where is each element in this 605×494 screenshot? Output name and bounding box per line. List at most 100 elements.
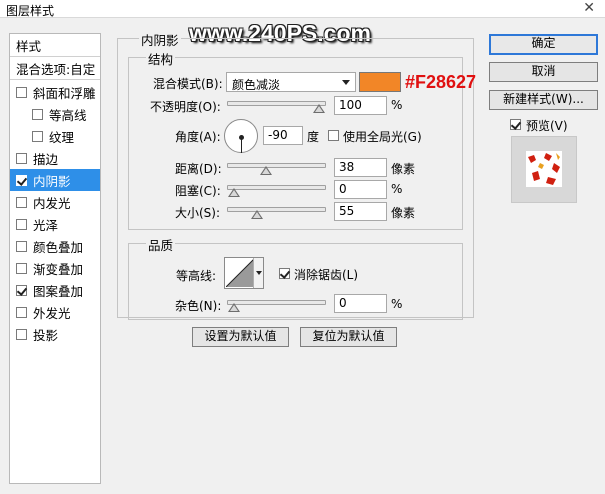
noise-input[interactable]: 0 — [334, 294, 387, 313]
color-hex-annotation: #F28627 — [405, 72, 477, 92]
style-item-label: 图案叠加 — [33, 283, 84, 299]
cancel-button[interactable]: 取消 — [489, 62, 598, 82]
angle-unit: 度 — [307, 130, 320, 144]
global-light-label: 使用全局光(G) — [343, 130, 422, 144]
style-item-checkbox[interactable] — [32, 108, 43, 120]
angle-dial[interactable] — [224, 119, 258, 153]
style-item-checkbox[interactable] — [16, 306, 27, 318]
style-item-checkbox[interactable] — [16, 328, 27, 340]
style-item[interactable]: 光泽 — [10, 213, 100, 235]
preview-checkbox[interactable] — [510, 119, 521, 130]
angle-input[interactable]: -90 — [263, 126, 303, 145]
style-item[interactable]: 内阴影 — [10, 169, 100, 191]
opacity-label: 不透明度(O): — [150, 100, 221, 114]
style-item-checkbox[interactable] — [16, 152, 27, 164]
reset-default-button[interactable]: 复位为默认值 — [300, 327, 397, 347]
style-item-checkbox[interactable] — [16, 284, 27, 296]
shadow-color-swatch[interactable] — [359, 72, 401, 92]
noise-slider[interactable] — [227, 300, 326, 312]
style-item[interactable]: 斜面和浮雕 — [10, 81, 100, 103]
window-title: 图层样式 — [6, 4, 55, 18]
global-light-checkbox[interactable] — [328, 130, 339, 141]
chevron-down-icon[interactable] — [253, 258, 263, 288]
contour-curve-icon — [226, 259, 254, 287]
styles-list: 样式 混合选项:自定 斜面和浮雕等高线纹理描边内阴影内发光光泽颜色叠加渐变叠加图… — [9, 33, 101, 484]
contour-label: 等高线: — [176, 269, 217, 283]
preview-pattern-icon — [528, 153, 560, 185]
blend-mode-value: 颜色减淡 — [232, 78, 281, 92]
choke-input[interactable]: 0 — [334, 180, 387, 199]
distance-slider-thumb[interactable] — [260, 166, 273, 175]
opacity-slider-thumb[interactable] — [313, 104, 325, 113]
inner-shadow-title: 内阴影 — [139, 30, 181, 49]
size-slider-thumb[interactable] — [250, 210, 263, 219]
style-item-label: 等高线 — [49, 107, 87, 123]
distance-unit: 像素 — [391, 162, 416, 176]
style-item[interactable]: 等高线 — [10, 103, 100, 125]
style-item-label: 外发光 — [33, 305, 71, 321]
opacity-unit: % — [391, 98, 403, 112]
style-preview-thumbnail — [511, 136, 577, 203]
style-item-label: 斜面和浮雕 — [33, 85, 96, 101]
blend-mode-label: 混合模式(B): — [153, 77, 223, 91]
style-item-label: 投影 — [33, 327, 59, 343]
style-item[interactable]: 渐变叠加 — [10, 257, 100, 279]
title-bar: 图层样式 ✕ — [0, 0, 605, 18]
size-slider[interactable] — [227, 207, 326, 219]
styles-header[interactable]: 样式 — [10, 34, 100, 56]
style-item[interactable]: 纹理 — [10, 125, 100, 147]
style-item[interactable]: 外发光 — [10, 301, 100, 323]
style-item-checkbox[interactable] — [16, 196, 27, 208]
distance-slider[interactable] — [227, 163, 326, 175]
style-item[interactable]: 投影 — [10, 323, 100, 345]
style-item[interactable]: 内发光 — [10, 191, 100, 213]
distance-label: 距离(D): — [175, 162, 222, 176]
new-style-button[interactable]: 新建样式(W)... — [489, 90, 598, 110]
make-default-button[interactable]: 设置为默认值 — [192, 327, 289, 347]
angle-label: 角度(A): — [175, 130, 221, 144]
choke-label: 阻塞(C): — [175, 184, 221, 198]
preview-swatch — [526, 151, 562, 187]
contour-picker[interactable] — [224, 257, 264, 289]
size-input[interactable]: 55 — [334, 202, 387, 221]
blend-options-item[interactable]: 混合选项:自定 — [10, 57, 100, 79]
choke-slider-thumb[interactable] — [228, 188, 240, 197]
style-item-label: 内阴影 — [33, 173, 71, 189]
noise-slider-thumb[interactable] — [228, 303, 240, 312]
preview-label: 预览(V) — [526, 119, 568, 133]
distance-input[interactable]: 38 — [334, 158, 387, 177]
size-unit: 像素 — [391, 206, 416, 220]
style-item-checkbox[interactable] — [16, 86, 27, 98]
dial-needle — [241, 137, 242, 153]
style-item-label: 颜色叠加 — [33, 239, 84, 255]
style-item-label: 内发光 — [33, 195, 71, 211]
choke-slider[interactable] — [227, 185, 326, 197]
style-item-checkbox[interactable] — [16, 218, 27, 230]
ok-button[interactable]: 确定 — [489, 34, 598, 55]
style-item-label: 渐变叠加 — [33, 261, 84, 277]
chevron-down-icon — [342, 80, 350, 85]
style-item-checkbox[interactable] — [16, 174, 27, 186]
opacity-slider[interactable] — [227, 101, 326, 113]
style-item[interactable]: 颜色叠加 — [10, 235, 100, 257]
style-item-checkbox[interactable] — [16, 240, 27, 252]
size-label: 大小(S): — [175, 206, 221, 220]
noise-label: 杂色(N): — [175, 299, 222, 313]
close-icon[interactable]: ✕ — [583, 0, 595, 16]
choke-unit: % — [391, 182, 403, 196]
style-item[interactable]: 描边 — [10, 147, 100, 169]
style-item-label: 描边 — [33, 151, 59, 167]
antialias-checkbox[interactable] — [279, 268, 290, 279]
blend-mode-select[interactable]: 颜色减淡 — [226, 72, 356, 92]
opacity-input[interactable]: 100 — [334, 96, 387, 115]
style-item[interactable]: 图案叠加 — [10, 279, 100, 301]
quality-title: 品质 — [146, 235, 176, 254]
noise-unit: % — [391, 297, 403, 311]
structure-title: 结构 — [146, 49, 176, 68]
style-item-label: 纹理 — [49, 129, 75, 145]
style-item-label: 光泽 — [33, 217, 59, 233]
divider — [10, 79, 100, 80]
style-item-checkbox[interactable] — [32, 130, 43, 142]
antialias-label: 消除锯齿(L) — [294, 268, 359, 282]
style-item-checkbox[interactable] — [16, 262, 27, 274]
